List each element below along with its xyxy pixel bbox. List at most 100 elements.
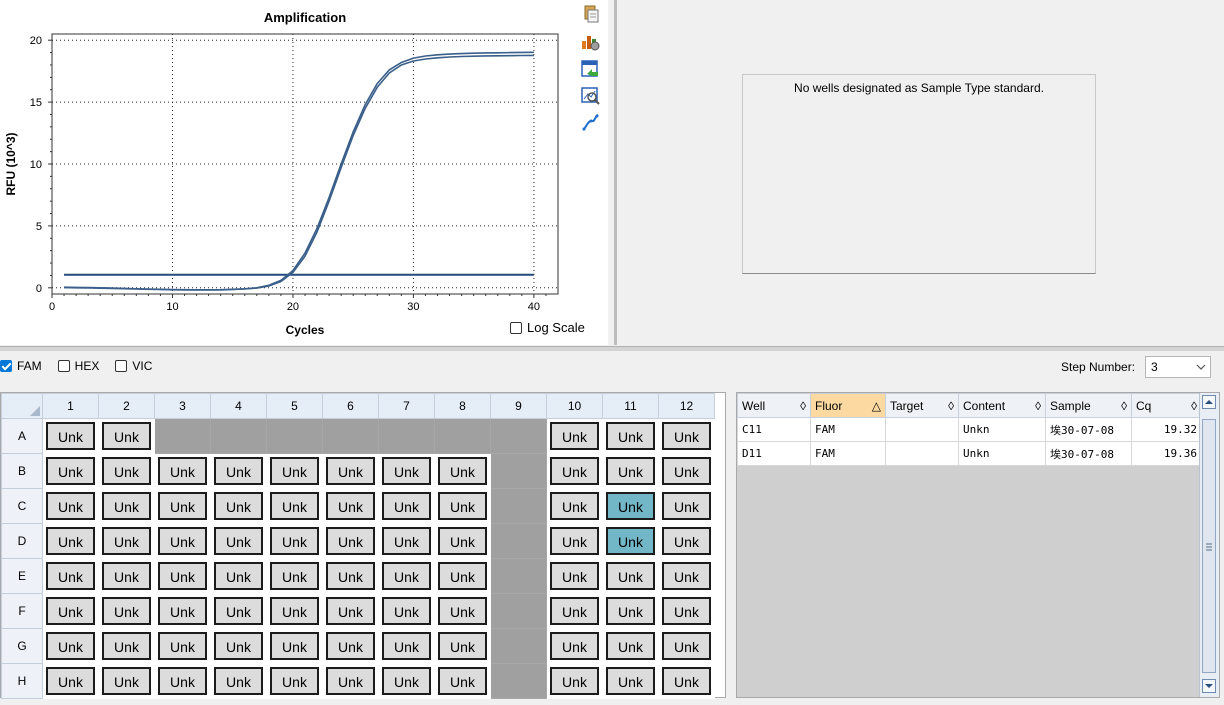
plate-column-header[interactable]: 4 — [210, 393, 267, 419]
well-d6[interactable]: Unk — [322, 523, 379, 559]
plate-select-all[interactable] — [1, 393, 43, 419]
well-g7[interactable]: Unk — [378, 628, 435, 664]
results-scrollbar[interactable] — [1199, 393, 1219, 697]
results-row[interactable]: C11 FAM Unkn 埃30-07-08 19.32 — [737, 417, 1202, 442]
well-f12[interactable]: Unk — [658, 593, 715, 629]
well-d11[interactable]: Unk — [602, 523, 659, 559]
scroll-up-button[interactable] — [1202, 395, 1216, 409]
well-f1[interactable]: Unk — [42, 593, 99, 629]
well-e7[interactable]: Unk — [378, 558, 435, 594]
results-header-cq[interactable]: Cq ◊ — [1131, 393, 1202, 418]
well-a11[interactable]: Unk — [602, 418, 659, 454]
well-f10[interactable]: Unk — [546, 593, 603, 629]
well-f8[interactable]: Unk — [434, 593, 491, 629]
results-header-content[interactable]: Content ◊ — [958, 393, 1046, 418]
well-b6[interactable]: Unk — [322, 453, 379, 489]
well-d5[interactable]: Unk — [266, 523, 323, 559]
vertical-splitter[interactable] — [614, 0, 617, 345]
well-c5[interactable]: Unk — [266, 488, 323, 524]
well-b12[interactable]: Unk — [658, 453, 715, 489]
well-h3[interactable]: Unk — [154, 663, 211, 699]
well-a10[interactable]: Unk — [546, 418, 603, 454]
well-c7[interactable]: Unk — [378, 488, 435, 524]
well-b4[interactable]: Unk — [210, 453, 267, 489]
well-b5[interactable]: Unk — [266, 453, 323, 489]
well-e10[interactable]: Unk — [546, 558, 603, 594]
well-d3[interactable]: Unk — [154, 523, 211, 559]
well-b7[interactable]: Unk — [378, 453, 435, 489]
well-a7[interactable] — [378, 418, 435, 454]
results-header-fluor[interactable]: Fluor △ — [810, 393, 886, 418]
well-f7[interactable]: Unk — [378, 593, 435, 629]
plate-row-header[interactable]: D — [1, 523, 43, 559]
copy-button[interactable] — [580, 4, 600, 24]
plate-row-header[interactable]: E — [1, 558, 43, 594]
scroll-thumb[interactable] — [1202, 419, 1216, 673]
plate-column-header[interactable]: 1 — [42, 393, 99, 419]
well-b11[interactable]: Unk — [602, 453, 659, 489]
well-h12[interactable]: Unk — [658, 663, 715, 699]
well-b8[interactable]: Unk — [434, 453, 491, 489]
well-h6[interactable]: Unk — [322, 663, 379, 699]
log-scale-toggle[interactable]: Log Scale — [510, 320, 585, 335]
export-button[interactable] — [580, 58, 600, 78]
well-b2[interactable]: Unk — [98, 453, 155, 489]
well-h1[interactable]: Unk — [42, 663, 99, 699]
well-c8[interactable]: Unk — [434, 488, 491, 524]
well-e11[interactable]: Unk — [602, 558, 659, 594]
well-g12[interactable]: Unk — [658, 628, 715, 664]
well-a6[interactable] — [322, 418, 379, 454]
plate-row-header[interactable]: A — [1, 418, 43, 454]
results-header-well[interactable]: Well ◊ — [737, 393, 811, 418]
well-a4[interactable] — [210, 418, 267, 454]
well-h4[interactable]: Unk — [210, 663, 267, 699]
well-g3[interactable]: Unk — [154, 628, 211, 664]
well-g2[interactable]: Unk — [98, 628, 155, 664]
plate-column-header[interactable]: 5 — [266, 393, 323, 419]
well-c12[interactable]: Unk — [658, 488, 715, 524]
well-a5[interactable] — [266, 418, 323, 454]
well-g4[interactable]: Unk — [210, 628, 267, 664]
well-e5[interactable]: Unk — [266, 558, 323, 594]
well-g10[interactable]: Unk — [546, 628, 603, 664]
step-number-dropdown[interactable]: 3 — [1145, 356, 1212, 378]
well-d9[interactable] — [490, 523, 547, 559]
well-h10[interactable]: Unk — [546, 663, 603, 699]
well-a3[interactable] — [154, 418, 211, 454]
well-c1[interactable]: Unk — [42, 488, 99, 524]
well-d12[interactable]: Unk — [658, 523, 715, 559]
scroll-down-button[interactable] — [1202, 679, 1216, 693]
plate-column-header[interactable]: 6 — [322, 393, 379, 419]
well-e8[interactable]: Unk — [434, 558, 491, 594]
chart-settings-button[interactable] — [580, 31, 600, 51]
well-e3[interactable]: Unk — [154, 558, 211, 594]
well-f4[interactable]: Unk — [210, 593, 267, 629]
well-c9[interactable] — [490, 488, 547, 524]
fluor-checkbox[interactable] — [0, 360, 12, 372]
well-g5[interactable]: Unk — [266, 628, 323, 664]
curve-fit-button[interactable] — [580, 112, 600, 132]
well-e1[interactable]: Unk — [42, 558, 99, 594]
well-h8[interactable]: Unk — [434, 663, 491, 699]
well-f3[interactable]: Unk — [154, 593, 211, 629]
well-c10[interactable]: Unk — [546, 488, 603, 524]
results-header-target[interactable]: Target ◊ — [885, 393, 959, 418]
plate-row-header[interactable]: H — [1, 663, 43, 699]
well-d8[interactable]: Unk — [434, 523, 491, 559]
results-row[interactable]: D11 FAM Unkn 埃30-07-08 19.36 — [737, 441, 1202, 466]
well-a9[interactable] — [490, 418, 547, 454]
well-h7[interactable]: Unk — [378, 663, 435, 699]
well-h2[interactable]: Unk — [98, 663, 155, 699]
well-c3[interactable]: Unk — [154, 488, 211, 524]
horizontal-splitter[interactable] — [0, 346, 1224, 351]
results-header-sample[interactable]: Sample ◊ — [1045, 393, 1132, 418]
fluor-option-hex[interactable]: HEX — [57, 359, 99, 373]
well-a1[interactable]: Unk — [42, 418, 99, 454]
well-e4[interactable]: Unk — [210, 558, 267, 594]
well-h11[interactable]: Unk — [602, 663, 659, 699]
well-f5[interactable]: Unk — [266, 593, 323, 629]
well-c11[interactable]: Unk — [602, 488, 659, 524]
log-scale-checkbox[interactable] — [510, 321, 522, 334]
well-c2[interactable]: Unk — [98, 488, 155, 524]
well-g9[interactable] — [490, 628, 547, 664]
